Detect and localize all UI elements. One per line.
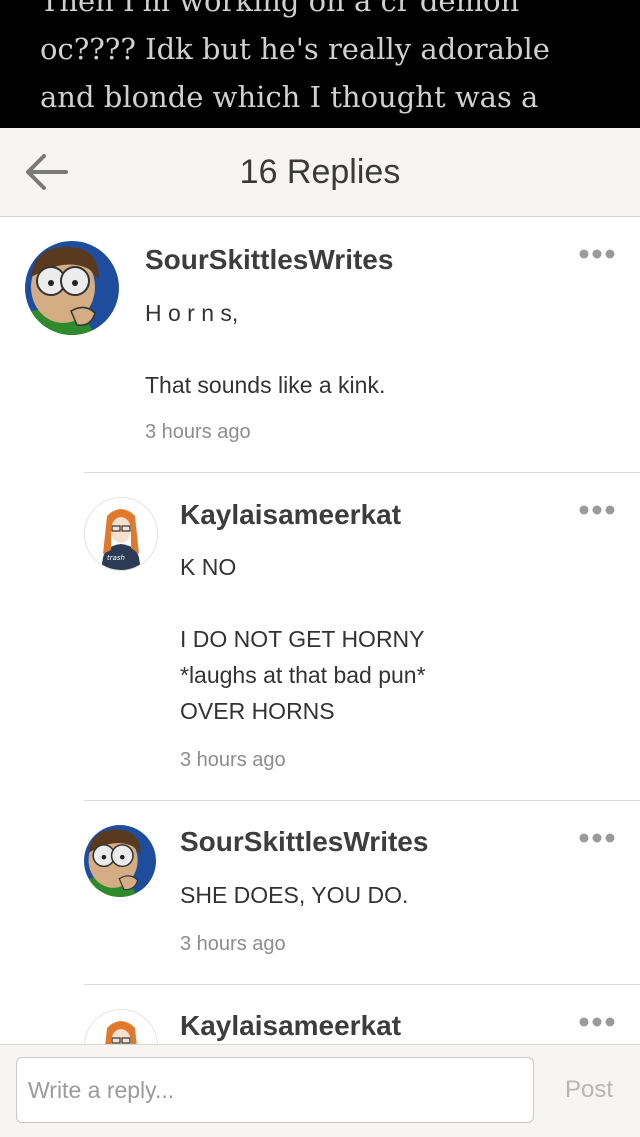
reply-composer: Post [0, 1044, 640, 1137]
reply-timestamp: 3 hours ago [145, 421, 251, 443]
reply-body: H o r n s, That sounds like a kink. [145, 300, 386, 398]
reply-username[interactable]: SourSkittlesWrites [180, 826, 428, 858]
reply-username[interactable]: SourSkittlesWrites [145, 244, 393, 276]
reply-item: SourSkittlesWrites H o r n s, That sound… [0, 217, 640, 472]
post-line: oc???? Idk but he's really adorable [40, 32, 550, 66]
more-options-button[interactable] [578, 247, 616, 259]
ellipsis-icon [579, 833, 615, 843]
ellipsis-icon [579, 249, 615, 259]
sourskittles-avatar [84, 825, 156, 897]
avatar-shirt-text: trash [107, 554, 125, 562]
reply-username[interactable]: Kaylaisameerkat [180, 499, 401, 531]
post-line: and blonde which I thought was a [40, 80, 539, 114]
post-button[interactable]: Post [548, 1057, 630, 1123]
avatar[interactable] [25, 241, 119, 335]
reply-item: SourSkittlesWrites SHE DOES, YOU DO. 3 h… [0, 801, 640, 984]
kayla-avatar [85, 1010, 157, 1044]
ellipsis-icon [579, 1017, 615, 1027]
reply-item: Kaylaisameerkat [0, 985, 640, 1044]
post-line: Then I'm working on a cr demon [40, 0, 520, 18]
reply-item: trash Kaylaisameerkat K NO I DO NOT GET … [0, 473, 640, 800]
reply-body: SHE DOES, YOU DO. [180, 882, 409, 908]
reply-timestamp: 3 hours ago [180, 933, 286, 955]
avatar[interactable] [84, 825, 156, 897]
background-post-text: Then I'm working on a cr demon oc???? Id… [40, 0, 620, 130]
more-options-button[interactable] [578, 1015, 616, 1027]
page-title: 16 Replies [239, 153, 401, 191]
kayla-avatar: trash [85, 498, 157, 570]
back-button[interactable] [22, 150, 70, 194]
arrow-left-icon [26, 154, 68, 190]
more-options-button[interactable] [578, 503, 616, 515]
more-options-button[interactable] [578, 831, 616, 843]
ellipsis-icon [579, 505, 615, 515]
replies-header: 16 Replies [0, 128, 640, 217]
replies-list[interactable]: SourSkittlesWrites H o r n s, That sound… [0, 217, 640, 1044]
avatar[interactable] [84, 1009, 158, 1044]
reply-body: K NO I DO NOT GET HORNY *laughs at that … [180, 554, 426, 724]
sourskittles-avatar [25, 241, 119, 335]
reply-username[interactable]: Kaylaisameerkat [180, 1010, 401, 1042]
reply-timestamp: 3 hours ago [180, 749, 286, 771]
avatar[interactable]: trash [84, 497, 158, 571]
reply-input[interactable] [16, 1057, 534, 1123]
background-post: Then I'm working on a cr demon oc???? Id… [0, 0, 640, 130]
